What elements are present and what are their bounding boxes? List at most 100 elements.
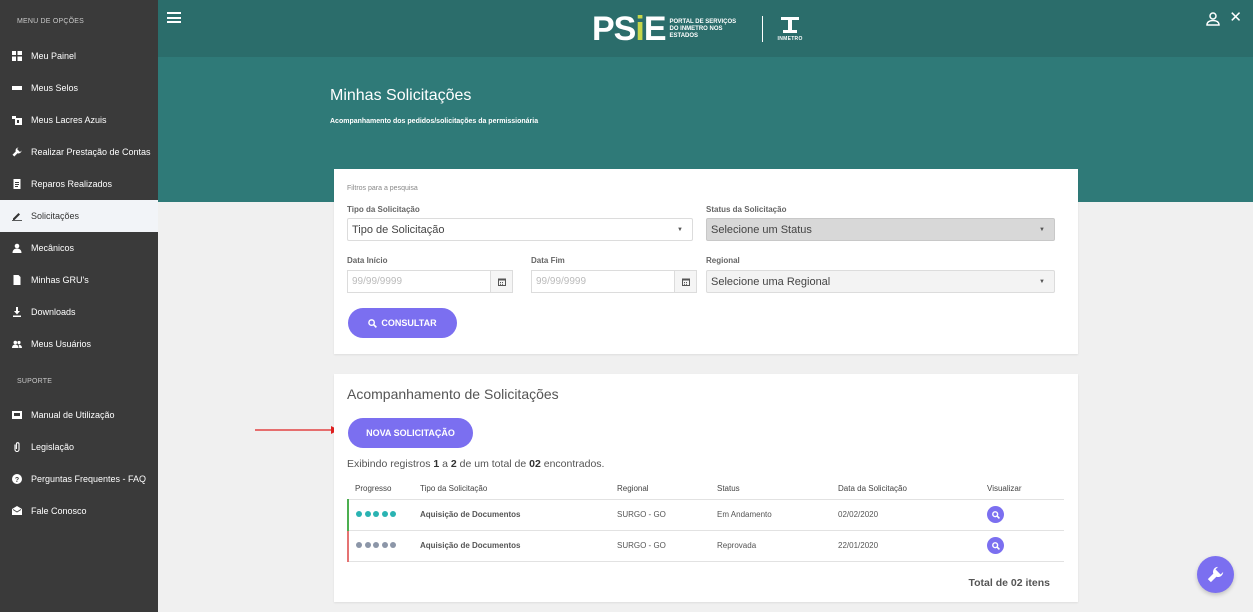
sidebar-item-label: Perguntas Frequentes - FAQ: [31, 474, 147, 484]
status-select[interactable]: Selecione um Status ▼: [706, 218, 1055, 241]
status-label: Status da Solicitação: [706, 205, 787, 214]
hamburger-menu-icon[interactable]: [167, 12, 181, 23]
psie-logo: PSiE PORTAL DE SERVIÇOS DO INMETRO NOS ES…: [592, 12, 803, 46]
user-icon[interactable]: [1206, 12, 1220, 26]
regional-cell: SURGO - GO: [610, 499, 710, 531]
calendar-icon[interactable]: [490, 271, 512, 292]
sidebar-item-solicitacoes[interactable]: Solicitações: [0, 200, 158, 232]
sidebar-item-minhas-grus[interactable]: Minhas GRU's: [0, 264, 158, 296]
results-table: Progresso Tipo da Solicitação Regional S…: [347, 479, 1064, 562]
column-header: Status: [710, 479, 831, 500]
progress-cell: [347, 530, 413, 562]
inmetro-logo: INMETRO: [778, 16, 803, 42]
regional-select-value: Selecione uma Regional: [711, 275, 831, 288]
data-fim-placeholder: 99/99/9999: [536, 276, 587, 287]
data-inicio-placeholder: 99/99/9999: [352, 276, 403, 287]
person-icon: [12, 243, 22, 253]
wrench-icon: [1207, 566, 1224, 583]
sidebar-section-menu: MENU DE OPÇÕES: [17, 18, 84, 25]
regional-label: Regional: [706, 256, 740, 265]
support-fab-button[interactable]: [1197, 556, 1234, 593]
logo-divider: [761, 16, 763, 42]
psie-logo-text: PORTAL DE SERVIÇOS DO INMETRO NOS ESTADOS: [669, 18, 737, 39]
mail-icon: [12, 506, 22, 516]
data-fim-label: Data Fim: [531, 256, 565, 265]
progress-cell: [347, 499, 413, 531]
filter-hint: Filtros para a pesquisa: [347, 185, 418, 192]
chevron-down-icon: ▼: [1039, 279, 1045, 285]
sidebar-item-meus-usuarios[interactable]: Meus Usuários: [0, 328, 158, 360]
nova-solicitacao-label: NOVA SOLICITAÇÃO: [366, 428, 455, 438]
table-row[interactable]: Aquisição de Documentos SURGO - GO Em An…: [347, 499, 1064, 531]
inmetro-mark-icon: [781, 16, 800, 36]
filter-card: Filtros para a pesquisa Tipo da Solicita…: [334, 169, 1078, 354]
pencil-icon: [12, 211, 22, 221]
status-select-value: Selecione um Status: [711, 223, 812, 236]
results-title: Acompanhamento de Solicitações: [347, 386, 559, 402]
sidebar-item-meus-selos[interactable]: Meus Selos: [0, 72, 158, 104]
sidebar-item-label: Meus Usuários: [31, 339, 92, 349]
sidebar-item-meus-lacres-azuis[interactable]: Meus Lacres Azuis: [0, 104, 158, 136]
column-header: Progresso: [348, 479, 413, 500]
chevron-down-icon: ▼: [677, 227, 683, 233]
table-row[interactable]: Aquisição de Documentos SURGO - GO Repro…: [347, 530, 1064, 562]
close-icon[interactable]: ✕: [1229, 10, 1242, 25]
regional-select[interactable]: Selecione uma Regional ▼: [706, 270, 1055, 293]
sidebar-item-manual[interactable]: Manual de Utilização: [0, 399, 158, 431]
consultar-button[interactable]: CONSULTAR: [348, 308, 457, 338]
page-title: Minhas Solicitações: [330, 87, 472, 104]
sidebar-item-meu-painel[interactable]: Meu Painel: [0, 40, 158, 72]
sidebar-item-mecanicos[interactable]: Mecânicos: [0, 232, 158, 264]
view-cell: [980, 530, 1064, 562]
regional-cell: SURGO - GO: [610, 530, 710, 562]
download-icon: [12, 307, 22, 317]
column-header: Regional: [610, 479, 710, 500]
sidebar-item-prestacao-contas[interactable]: Realizar Prestação de Contas: [0, 136, 158, 168]
progress-dots: [356, 542, 396, 548]
arrow-annotation-icon: [255, 426, 339, 434]
view-button[interactable]: [987, 537, 1004, 554]
sidebar-item-reparos-realizados[interactable]: Reparos Realizados: [0, 168, 158, 200]
calendar-icon[interactable]: [674, 271, 696, 292]
chevron-down-icon: ▼: [1039, 227, 1045, 233]
wrench-icon: [12, 147, 22, 157]
view-button[interactable]: [987, 506, 1004, 523]
sidebar-item-label: Manual de Utilização: [31, 410, 115, 420]
data-inicio-label: Data Início: [347, 256, 388, 265]
svg-text:?: ?: [15, 477, 19, 484]
sidebar-item-label: Meus Selos: [31, 83, 79, 93]
document-icon: [12, 179, 22, 189]
sidebar-item-fale-conosco[interactable]: Fale Conosco: [0, 495, 158, 527]
sidebar-item-label: Downloads: [31, 307, 76, 317]
sidebar-item-faq[interactable]: ? Perguntas Frequentes - FAQ: [0, 463, 158, 495]
column-header: Visualizar: [980, 479, 1064, 500]
tipo-select[interactable]: Tipo de Solicitação ▼: [347, 218, 693, 241]
sidebar: MENU DE OPÇÕES Meu Painel Meus Selos Meu…: [0, 0, 158, 612]
seal-icon: [12, 83, 22, 93]
nova-solicitacao-button[interactable]: NOVA SOLICITAÇÃO: [348, 418, 473, 448]
results-info: Exibindo registros 1 a 2 de um total de …: [347, 458, 605, 470]
search-icon: [991, 510, 1000, 519]
search-icon: [991, 541, 1000, 550]
column-header: Data da Solicitação: [831, 479, 980, 500]
data-inicio-field[interactable]: 99/99/9999: [347, 270, 513, 293]
data-fim-field[interactable]: 99/99/9999: [531, 270, 697, 293]
file-icon: [12, 275, 22, 285]
status-cell: Em Andamento: [710, 499, 831, 531]
tipo-label: Tipo da Solicitação: [347, 205, 420, 214]
search-icon: [368, 318, 378, 328]
sidebar-support-list: Manual de Utilização Legislação ? Pergun…: [0, 399, 158, 527]
dashboard-icon: [12, 51, 22, 61]
tipo-cell: Aquisição de Documentos: [413, 499, 610, 531]
sidebar-item-downloads[interactable]: Downloads: [0, 296, 158, 328]
tipo-select-value: Tipo de Solicitação: [352, 223, 445, 236]
sidebar-item-label: Reparos Realizados: [31, 179, 113, 189]
table-header-row: Progresso Tipo da Solicitação Regional S…: [348, 479, 1064, 500]
sidebar-item-legislacao[interactable]: Legislação: [0, 431, 158, 463]
column-header: Tipo da Solicitação: [413, 479, 610, 500]
sidebar-item-label: Meus Lacres Azuis: [31, 115, 107, 125]
users-icon: [12, 339, 22, 349]
sidebar-item-label: Fale Conosco: [31, 506, 87, 516]
sidebar-item-label: Legislação: [31, 442, 75, 452]
tipo-cell: Aquisição de Documentos: [413, 530, 610, 562]
